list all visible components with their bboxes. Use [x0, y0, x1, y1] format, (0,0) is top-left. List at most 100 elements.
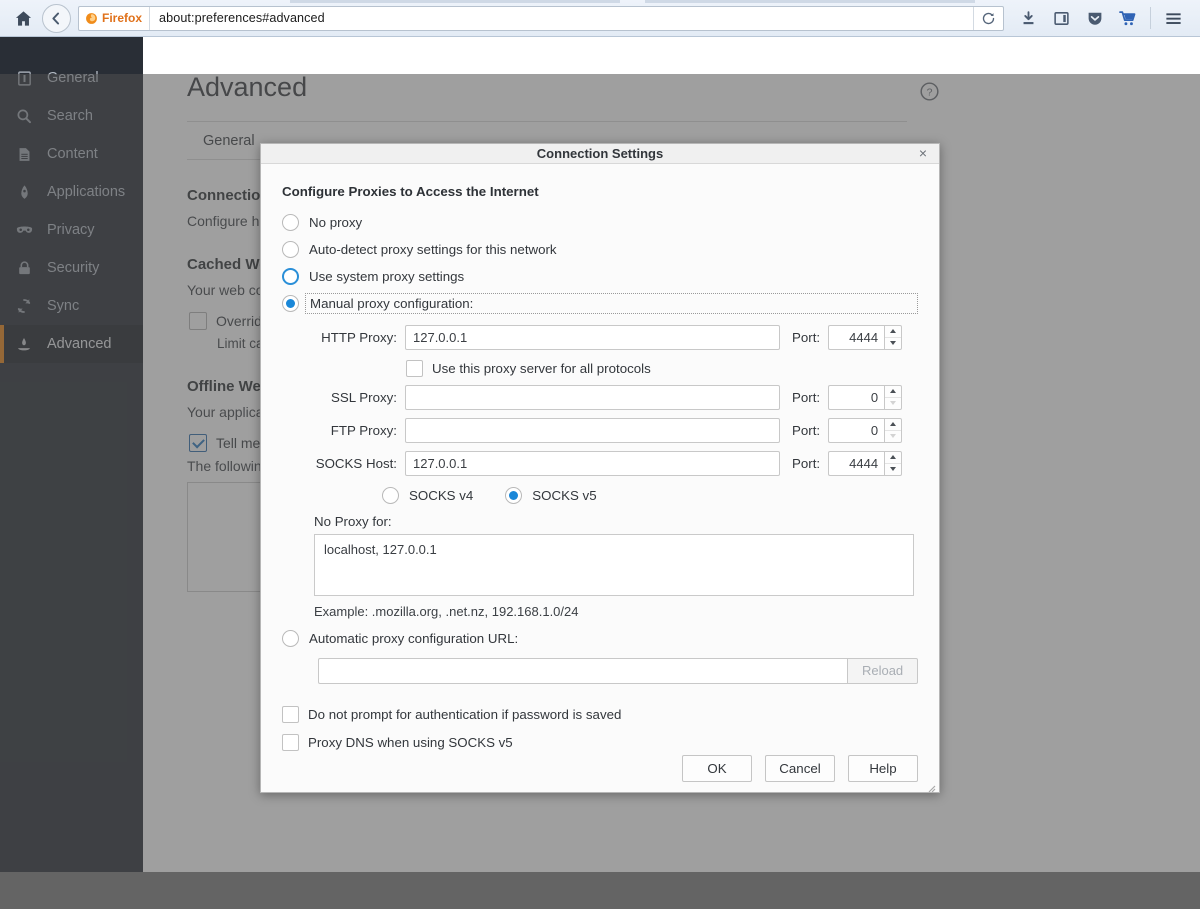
no-proxy-for-textarea[interactable]: localhost, 127.0.0.1 — [314, 534, 914, 596]
http-port-stepper[interactable]: 4444 — [828, 325, 902, 350]
ssl-proxy-input[interactable] — [405, 385, 780, 410]
socks-host-row: SOCKS Host: 127.0.0.1 Port: 4444 — [282, 451, 918, 476]
http-proxy-row: HTTP Proxy: 127.0.0.1 Port: 4444 — [282, 325, 918, 350]
url-bar[interactable]: Firefox about:preferences#advanced — [78, 6, 1004, 31]
resize-grip-icon[interactable] — [926, 780, 936, 790]
hamburger-menu-icon[interactable] — [1157, 3, 1190, 33]
radio-row-auto-detect[interactable]: Auto-detect proxy settings for this netw… — [282, 236, 918, 263]
back-button[interactable] — [42, 4, 71, 33]
url-text: about:preferences#advanced — [150, 11, 325, 25]
socks-version-row: SOCKS v4 SOCKS v5 — [382, 487, 918, 504]
identity-label: Firefox — [102, 11, 142, 25]
spinner-down-icon[interactable] — [885, 337, 901, 349]
pac-reload-button: Reload — [847, 658, 918, 684]
socks-host-label: SOCKS Host: — [282, 456, 397, 471]
pac-radio[interactable] — [282, 630, 299, 647]
radio-row-pac[interactable]: Automatic proxy configuration URL: — [282, 625, 918, 652]
proxy-dns-row[interactable]: Proxy DNS when using SOCKS v5 — [282, 734, 918, 751]
radio-row-no-proxy[interactable]: No proxy — [282, 209, 918, 236]
dialog-titlebar: Connection Settings × — [261, 144, 939, 164]
ftp-port-label: Port: — [792, 423, 820, 438]
manual-proxy-radio[interactable] — [282, 295, 299, 312]
proxy-dns-label: Proxy DNS when using SOCKS v5 — [308, 735, 513, 750]
browser-toolbar: Firefox about:preferences#advanced — [0, 0, 1200, 37]
all-protocols-checkbox[interactable] — [406, 360, 423, 377]
auto-detect-radio[interactable] — [282, 241, 299, 258]
spinner-up-icon[interactable] — [885, 326, 901, 337]
ftp-proxy-row: FTP Proxy: Port: 0 — [282, 418, 918, 443]
back-arrow-icon — [49, 11, 64, 26]
proxy-group-title: Configure Proxies to Access the Internet — [282, 184, 918, 199]
pac-label: Automatic proxy configuration URL: — [309, 631, 518, 646]
http-port-label: Port: — [792, 330, 820, 345]
close-icon[interactable]: × — [915, 144, 931, 162]
system-proxy-radio[interactable] — [282, 268, 299, 285]
ssl-proxy-label: SSL Proxy: — [282, 390, 397, 405]
dialog-bottom-checkboxes: Do not prompt for authentication if pass… — [282, 706, 918, 751]
ftp-port-input[interactable]: 0 — [828, 418, 884, 443]
manual-proxy-label: Manual proxy configuration: — [305, 293, 918, 314]
all-protocols-row[interactable]: Use this proxy server for all protocols — [406, 360, 918, 377]
cart-icon[interactable] — [1111, 3, 1144, 33]
ftp-port-spinner[interactable] — [884, 418, 902, 443]
http-port-spinner[interactable] — [884, 325, 902, 350]
ssl-port-spinner[interactable] — [884, 385, 902, 410]
no-proxy-example-text: Example: .mozilla.org, .net.nz, 192.168.… — [314, 604, 918, 619]
proxy-dns-checkbox[interactable] — [282, 734, 299, 751]
toolbar-divider — [1150, 7, 1151, 29]
ssl-port-stepper[interactable]: 0 — [828, 385, 902, 410]
firefox-logo-icon — [85, 12, 98, 25]
library-icon[interactable] — [1045, 3, 1078, 33]
radio-row-system-proxy[interactable]: Use system proxy settings — [282, 263, 918, 290]
socks-host-input[interactable]: 127.0.0.1 — [405, 451, 780, 476]
radio-row-manual-proxy[interactable]: Manual proxy configuration: — [282, 290, 918, 317]
ssl-proxy-row: SSL Proxy: Port: 0 — [282, 385, 918, 410]
socks-port-input[interactable]: 4444 — [828, 451, 884, 476]
dialog-body: Configure Proxies to Access the Internet… — [261, 164, 939, 751]
auto-detect-label: Auto-detect proxy settings for this netw… — [309, 242, 557, 257]
system-proxy-label: Use system proxy settings — [309, 269, 464, 284]
socks-v5-radio[interactable] — [505, 487, 522, 504]
http-proxy-input[interactable]: 127.0.0.1 — [405, 325, 780, 350]
ftp-proxy-input[interactable] — [405, 418, 780, 443]
toolbar-right-buttons — [1012, 3, 1190, 33]
all-protocols-label: Use this proxy server for all protocols — [432, 361, 651, 376]
auth-prompt-checkbox[interactable] — [282, 706, 299, 723]
tab-strip-remnant-2 — [645, 0, 975, 3]
ssl-port-input[interactable]: 0 — [828, 385, 884, 410]
no-proxy-label: No proxy — [309, 215, 362, 230]
socks-port-stepper[interactable]: 4444 — [828, 451, 902, 476]
socks-v4-radio[interactable] — [382, 487, 399, 504]
spinner-up-icon[interactable] — [885, 419, 901, 430]
identity-box[interactable]: Firefox — [79, 7, 150, 30]
spinner-down-icon[interactable] — [885, 463, 901, 475]
ok-button[interactable]: OK — [682, 755, 752, 782]
http-port-input[interactable]: 4444 — [828, 325, 884, 350]
pocket-icon[interactable] — [1078, 3, 1111, 33]
ftp-port-stepper[interactable]: 0 — [828, 418, 902, 443]
auth-prompt-row[interactable]: Do not prompt for authentication if pass… — [282, 706, 918, 723]
tab-strip-remnant — [290, 0, 620, 3]
help-button[interactable]: Help — [848, 755, 918, 782]
ftp-proxy-label: FTP Proxy: — [282, 423, 397, 438]
auth-prompt-label: Do not prompt for authentication if pass… — [308, 707, 621, 722]
no-proxy-radio[interactable] — [282, 214, 299, 231]
spinner-up-icon[interactable] — [885, 452, 901, 463]
socks-v5-label: SOCKS v5 — [532, 488, 596, 503]
spinner-down-icon — [885, 397, 901, 409]
pac-url-row: Reload — [318, 658, 918, 684]
no-proxy-for-label: No Proxy for: — [314, 514, 918, 529]
spinner-up-icon[interactable] — [885, 386, 901, 397]
socks-port-label: Port: — [792, 456, 820, 471]
home-icon[interactable] — [10, 5, 36, 31]
http-proxy-label: HTTP Proxy: — [282, 330, 397, 345]
dialog-footer: OK Cancel Help — [261, 751, 939, 792]
ssl-port-label: Port: — [792, 390, 820, 405]
pac-url-input[interactable] — [318, 658, 847, 684]
cancel-button[interactable]: Cancel — [765, 755, 835, 782]
dialog-title: Connection Settings — [537, 146, 663, 161]
spinner-down-icon — [885, 430, 901, 442]
downloads-icon[interactable] — [1012, 3, 1045, 33]
socks-port-spinner[interactable] — [884, 451, 902, 476]
reload-icon[interactable] — [973, 6, 1003, 31]
